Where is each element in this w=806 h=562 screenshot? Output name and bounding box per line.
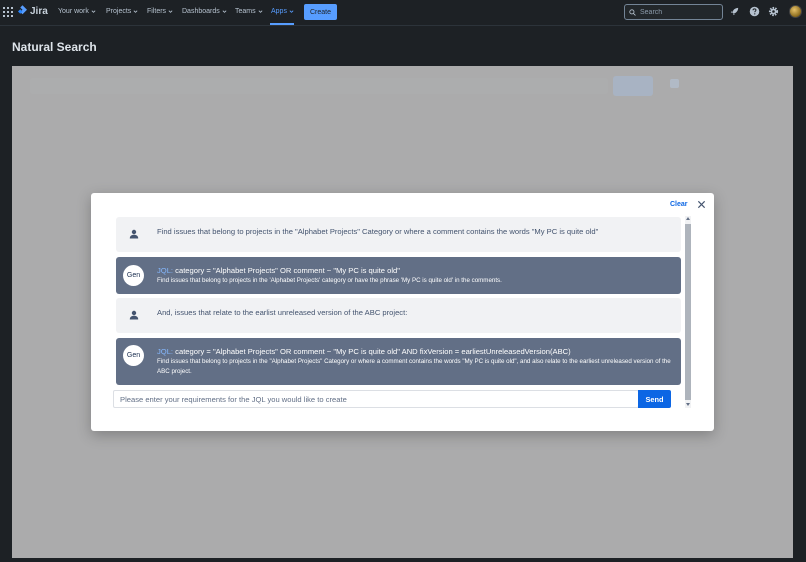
nav-your-work[interactable]: Your work: [58, 8, 96, 15]
chat-scrollbar[interactable]: [685, 216, 691, 408]
jql-query: category = "Alphabet Projects" OR commen…: [175, 266, 400, 275]
nav-filters[interactable]: Filters: [147, 8, 173, 15]
gen-message: Gen JQL: category = "Alphabet Projects" …: [116, 257, 681, 294]
active-nav-indicator: [270, 23, 294, 25]
jql-description: Find issues that belong to projects in t…: [157, 277, 502, 284]
chevron-down-icon: [258, 10, 263, 13]
chevron-down-icon: [222, 10, 227, 13]
jql-requirements-input[interactable]: [113, 390, 639, 408]
scroll-down-arrow[interactable]: [686, 403, 690, 406]
user-icon: [129, 229, 139, 239]
user-message-text: And, issues that relate to the earlist u…: [157, 308, 408, 317]
jql-description: Find issues that belong to projects in t…: [157, 358, 671, 375]
jira-logo[interactable]: Jira: [18, 5, 48, 18]
jql-prefix: JQL:: [157, 347, 174, 356]
user-message: Find issues that belong to projects in t…: [116, 217, 681, 252]
settings-icon[interactable]: [768, 6, 779, 17]
nav-apps[interactable]: Apps: [271, 8, 294, 15]
nav-your-work-label: Your work: [58, 8, 89, 15]
nav-dashboards[interactable]: Dashboards: [182, 8, 227, 15]
logo-text: Jira: [30, 6, 48, 17]
chevron-down-icon: [289, 10, 294, 13]
nav-projects[interactable]: Projects: [106, 8, 138, 15]
jql-prefix: JQL:: [157, 266, 174, 275]
jira-logo-icon: [18, 5, 27, 15]
chevron-down-icon: [91, 10, 96, 13]
nav-dashboards-label: Dashboards: [182, 8, 220, 15]
nav-teams-label: Teams: [235, 8, 256, 15]
natural-search-dialog: Clear Find issues that belong to project…: [91, 193, 714, 431]
nav-filters-label: Filters: [147, 8, 167, 15]
jql-line: JQL: category = "Alphabet Projects" OR c…: [157, 266, 400, 275]
scroll-thumb[interactable]: [685, 224, 691, 400]
help-icon[interactable]: [749, 6, 760, 17]
user-message-text: Find issues that belong to projects in t…: [157, 227, 599, 236]
chevron-down-icon: [168, 10, 173, 13]
nav-apps-label: Apps: [271, 8, 287, 15]
chevron-down-icon: [133, 10, 138, 13]
gen-message: Gen JQL: category = "Alphabet Projects" …: [116, 338, 681, 385]
search-icon: [629, 8, 636, 16]
gen-badge: Gen: [123, 265, 144, 286]
top-navigation: Jira Your work Projects Filters Dashboar…: [0, 0, 806, 26]
gen-badge: Gen: [123, 345, 144, 366]
search-input[interactable]: [640, 8, 720, 16]
app-switcher-icon[interactable]: [3, 7, 13, 17]
scroll-up-arrow[interactable]: [686, 217, 690, 220]
rocket-icon[interactable]: [729, 6, 740, 17]
create-button[interactable]: Create: [304, 4, 337, 20]
nav-projects-label: Projects: [106, 8, 132, 15]
send-button[interactable]: Send: [638, 390, 671, 408]
avatar[interactable]: [789, 5, 802, 18]
jql-line: JQL: category = "Alphabet Projects" OR c…: [157, 347, 571, 356]
global-search[interactable]: [624, 4, 723, 20]
bottom-bar: [0, 558, 806, 562]
user-message: And, issues that relate to the earlist u…: [116, 298, 681, 333]
page-title: Natural Search: [12, 40, 97, 54]
clear-button[interactable]: Clear: [670, 201, 688, 208]
jql-query: category = "Alphabet Projects" OR commen…: [175, 347, 571, 356]
user-icon: [129, 310, 139, 320]
close-icon[interactable]: [697, 200, 706, 209]
nav-teams[interactable]: Teams: [235, 8, 263, 15]
